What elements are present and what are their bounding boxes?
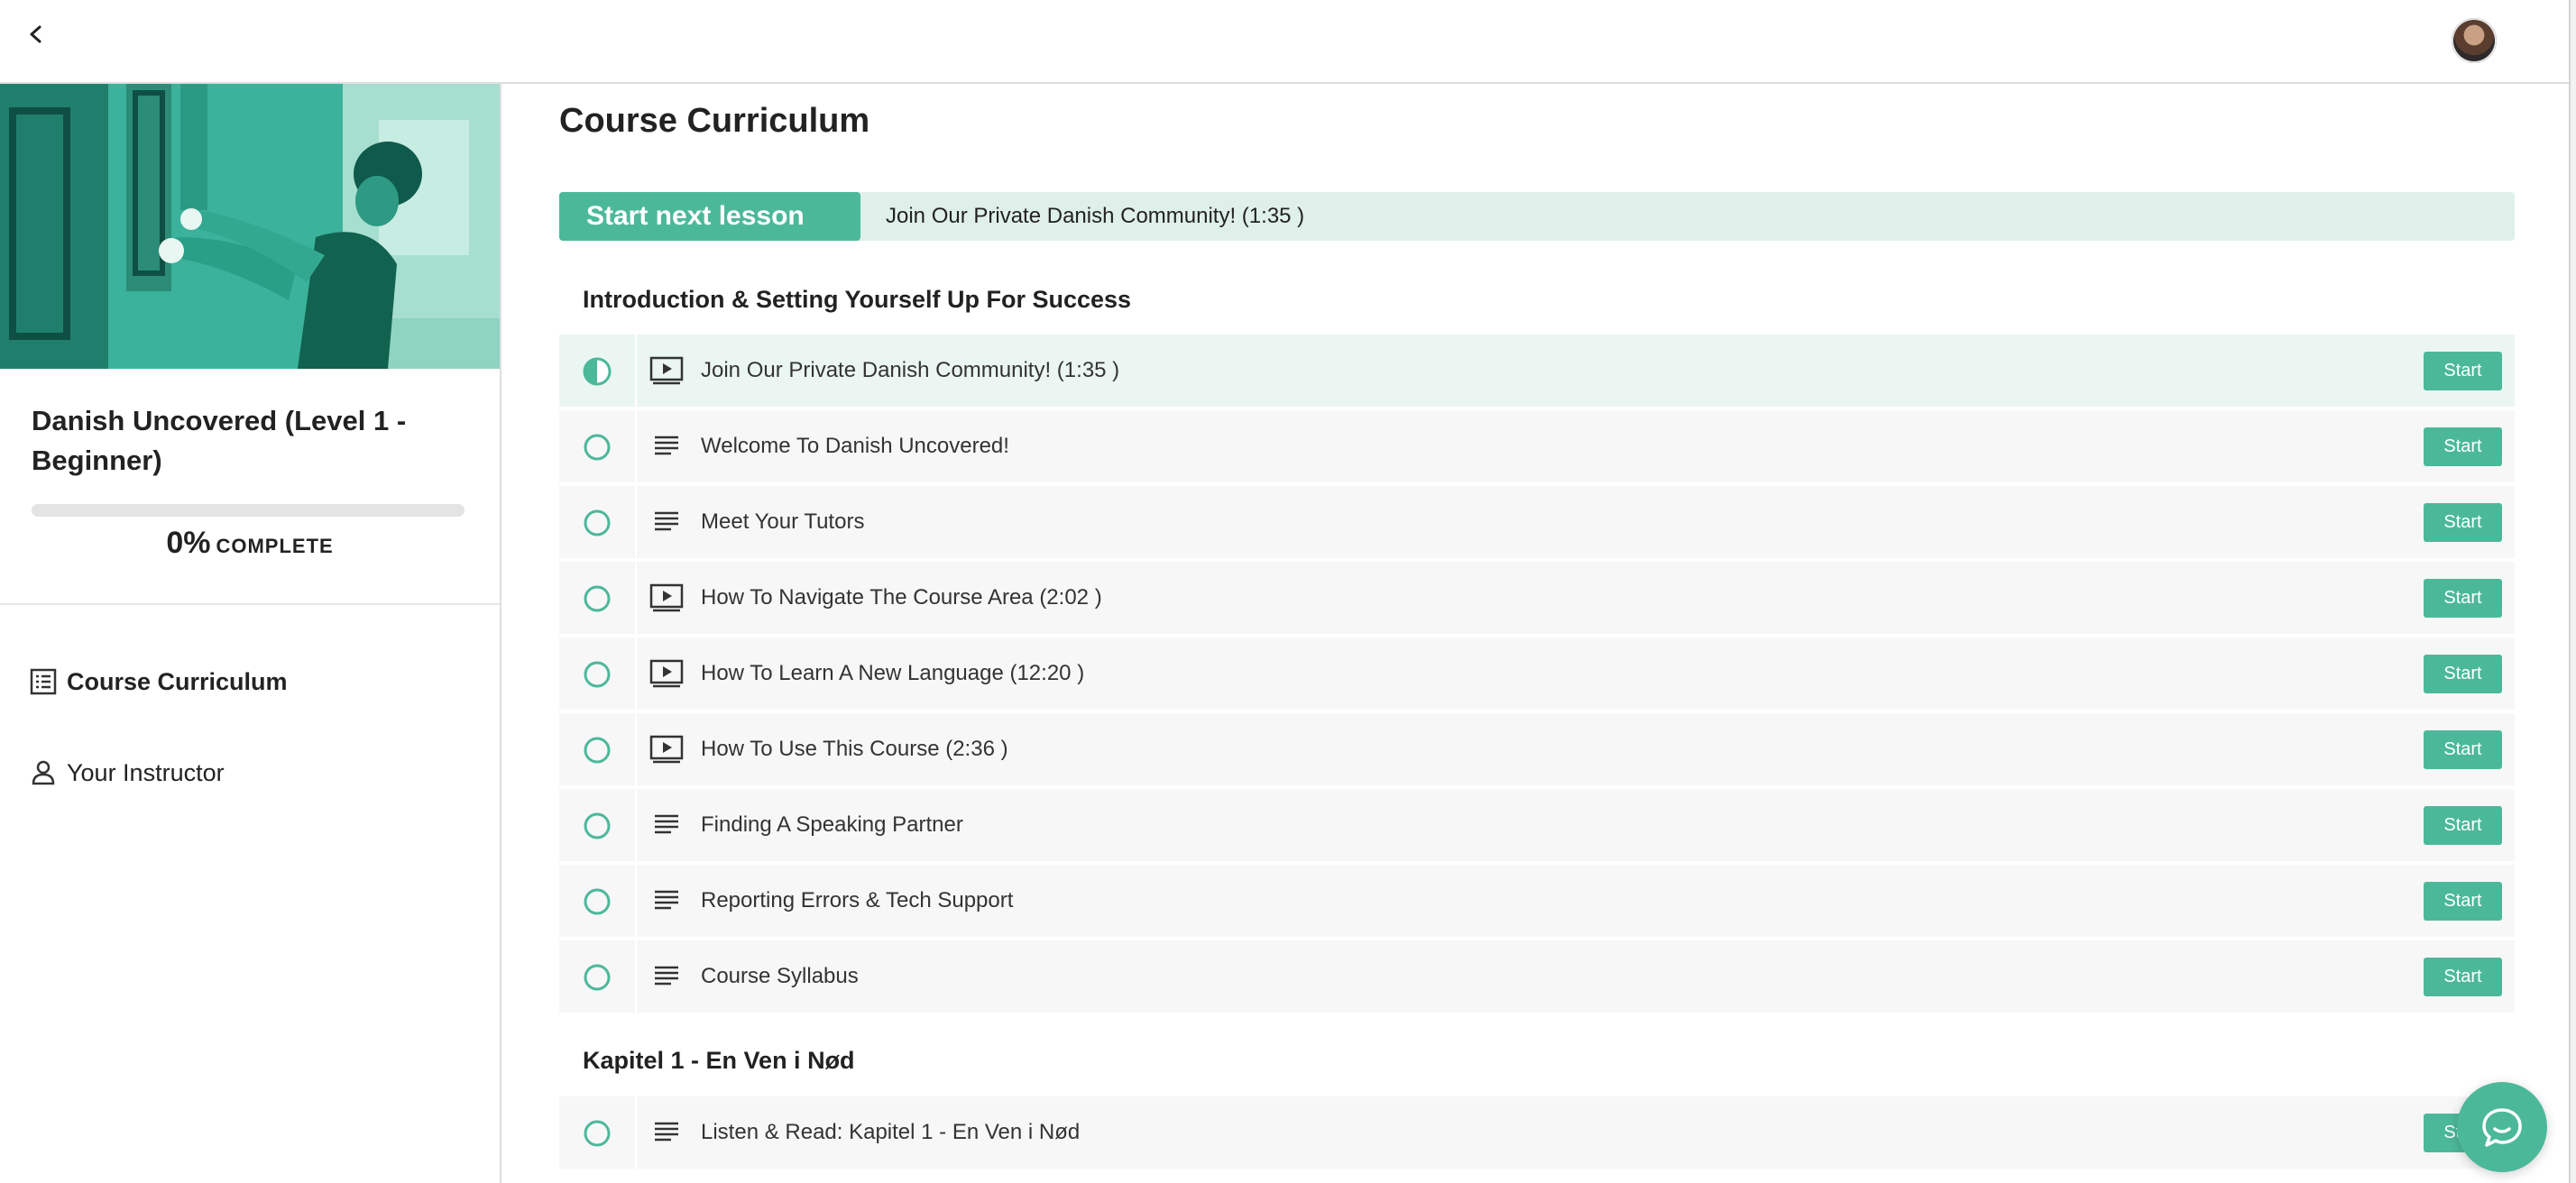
lesson-row[interactable]: Finding A Speaking Partner Start [559,789,2515,863]
chevron-right-icon [864,206,882,228]
start-button[interactable]: Start [2424,427,2502,466]
lesson-title[interactable]: Join Our Private Danish Community! (1:35… [701,335,1119,407]
lesson-row[interactable]: How To Navigate The Course Area (2:02 ) S… [559,562,2515,636]
start-next-lesson-label: Start next lesson [586,201,805,231]
lesson-row[interactable]: Welcome To Danish Uncovered! Start [559,410,2515,484]
top-bar [0,0,2576,84]
text-icon [655,814,678,834]
course-image [0,84,500,369]
chat-icon [2482,1108,2522,1147]
lesson-title[interactable]: Listen & Read: Kapitel 1 - En Ven i Nød [701,1096,1080,1169]
not-started-icon [584,509,611,536]
video-icon [649,356,684,385]
progress-bar [32,504,465,517]
not-started-icon [584,964,611,991]
row-separator [635,486,637,558]
lesson-title[interactable]: Course Syllabus [701,940,859,1013]
video-icon [649,735,684,764]
person-icon [32,760,55,785]
video-icon [649,583,684,612]
lesson-title[interactable]: Welcome To Danish Uncovered! [701,410,1009,482]
lesson-title[interactable]: Finding A Speaking Partner [701,789,963,861]
start-button[interactable]: Start [2424,503,2502,542]
row-separator [635,713,637,785]
nav-your-instructor[interactable]: Your Instructor [29,755,225,791]
next-lesson-bar: Start next lesson Join Our Private Danis… [559,192,2515,241]
start-button[interactable]: Start [2424,579,2502,618]
nav-label: Your Instructor [67,758,225,786]
start-button[interactable]: Start [2424,958,2502,996]
course-photo-illustration [0,84,500,369]
not-started-icon [584,1120,611,1147]
row-separator [635,637,637,710]
nav-course-curriculum[interactable]: Course Curriculum [29,664,288,700]
window-edge [2569,0,2576,1183]
video-icon [649,659,684,688]
lesson-row[interactable]: Reporting Errors & Tech Support Start [559,865,2515,939]
progress-text: 0% COMPLETE [0,526,500,561]
course-title: Danish Uncovered (Level 1 - Beginner) [32,405,407,476]
next-lesson-title[interactable]: Join Our Private Danish Community! (1:35… [886,192,1304,241]
lesson-row[interactable]: Join Our Private Danish Community! (1:35… [559,335,2515,408]
section-title: Introduction & Setting Yourself Up For S… [583,286,1132,313]
lesson-row[interactable]: Meet Your Tutors Start [559,486,2515,560]
lesson-row[interactable]: How To Use This Course (2:36 ) Start [559,713,2515,787]
start-next-lesson-button[interactable]: Start next lesson [559,192,860,241]
main-content: Course Curriculum Start next lesson Join… [501,84,2569,1183]
chevron-left-icon[interactable] [23,18,49,50]
not-started-icon [584,434,611,461]
not-started-icon [584,585,611,612]
page-title: Course Curriculum [559,102,870,140]
start-button[interactable]: Start [2424,655,2502,693]
lesson-row[interactable]: Course Syllabus Start [559,940,2515,1014]
row-separator [635,1096,637,1169]
sidebar-divider [0,603,500,605]
text-icon [655,1122,678,1142]
row-separator [635,789,637,861]
row-separator [635,940,637,1013]
user-avatar[interactable] [2452,18,2497,63]
start-button[interactable]: Start [2424,730,2502,769]
progress-label: COMPLETE [216,535,334,557]
text-icon [655,511,678,531]
row-separator [635,562,637,634]
progress-percent: 0% [166,526,211,560]
row-separator [635,335,637,407]
lesson-title[interactable]: How To Learn A New Language (12:20 ) [701,637,1084,710]
text-icon [655,966,678,986]
lesson-row[interactable]: Listen & Read: Kapitel 1 - En Ven i NødS… [559,1096,2515,1170]
start-button[interactable]: Start [2424,882,2502,921]
curriculum-icon [30,668,57,695]
chat-button[interactable] [2457,1082,2547,1172]
not-started-icon [584,737,611,764]
text-icon [655,890,678,910]
row-separator [635,410,637,482]
text-icon [655,436,678,455]
start-button[interactable]: Start [2424,806,2502,845]
in-progress-icon [583,357,612,386]
start-button[interactable]: Start [2424,352,2502,390]
lesson-row[interactable]: How To Learn A New Language (12:20 ) Star… [559,637,2515,711]
row-separator [635,865,637,937]
not-started-icon [584,888,611,915]
lesson-title[interactable]: How To Navigate The Course Area (2:02 ) [701,562,1102,634]
nav-label: Course Curriculum [67,667,288,695]
sidebar: Danish Uncovered (Level 1 - Beginner) 0%… [0,84,501,1183]
section-title: Kapitel 1 - En Ven i Nød [583,1047,855,1074]
lesson-title[interactable]: How To Use This Course (2:36 ) [701,713,1008,785]
lesson-title[interactable]: Meet Your Tutors [701,486,864,558]
not-started-icon [584,812,611,839]
not-started-icon [584,661,611,688]
lesson-title[interactable]: Reporting Errors & Tech Support [701,865,1013,937]
